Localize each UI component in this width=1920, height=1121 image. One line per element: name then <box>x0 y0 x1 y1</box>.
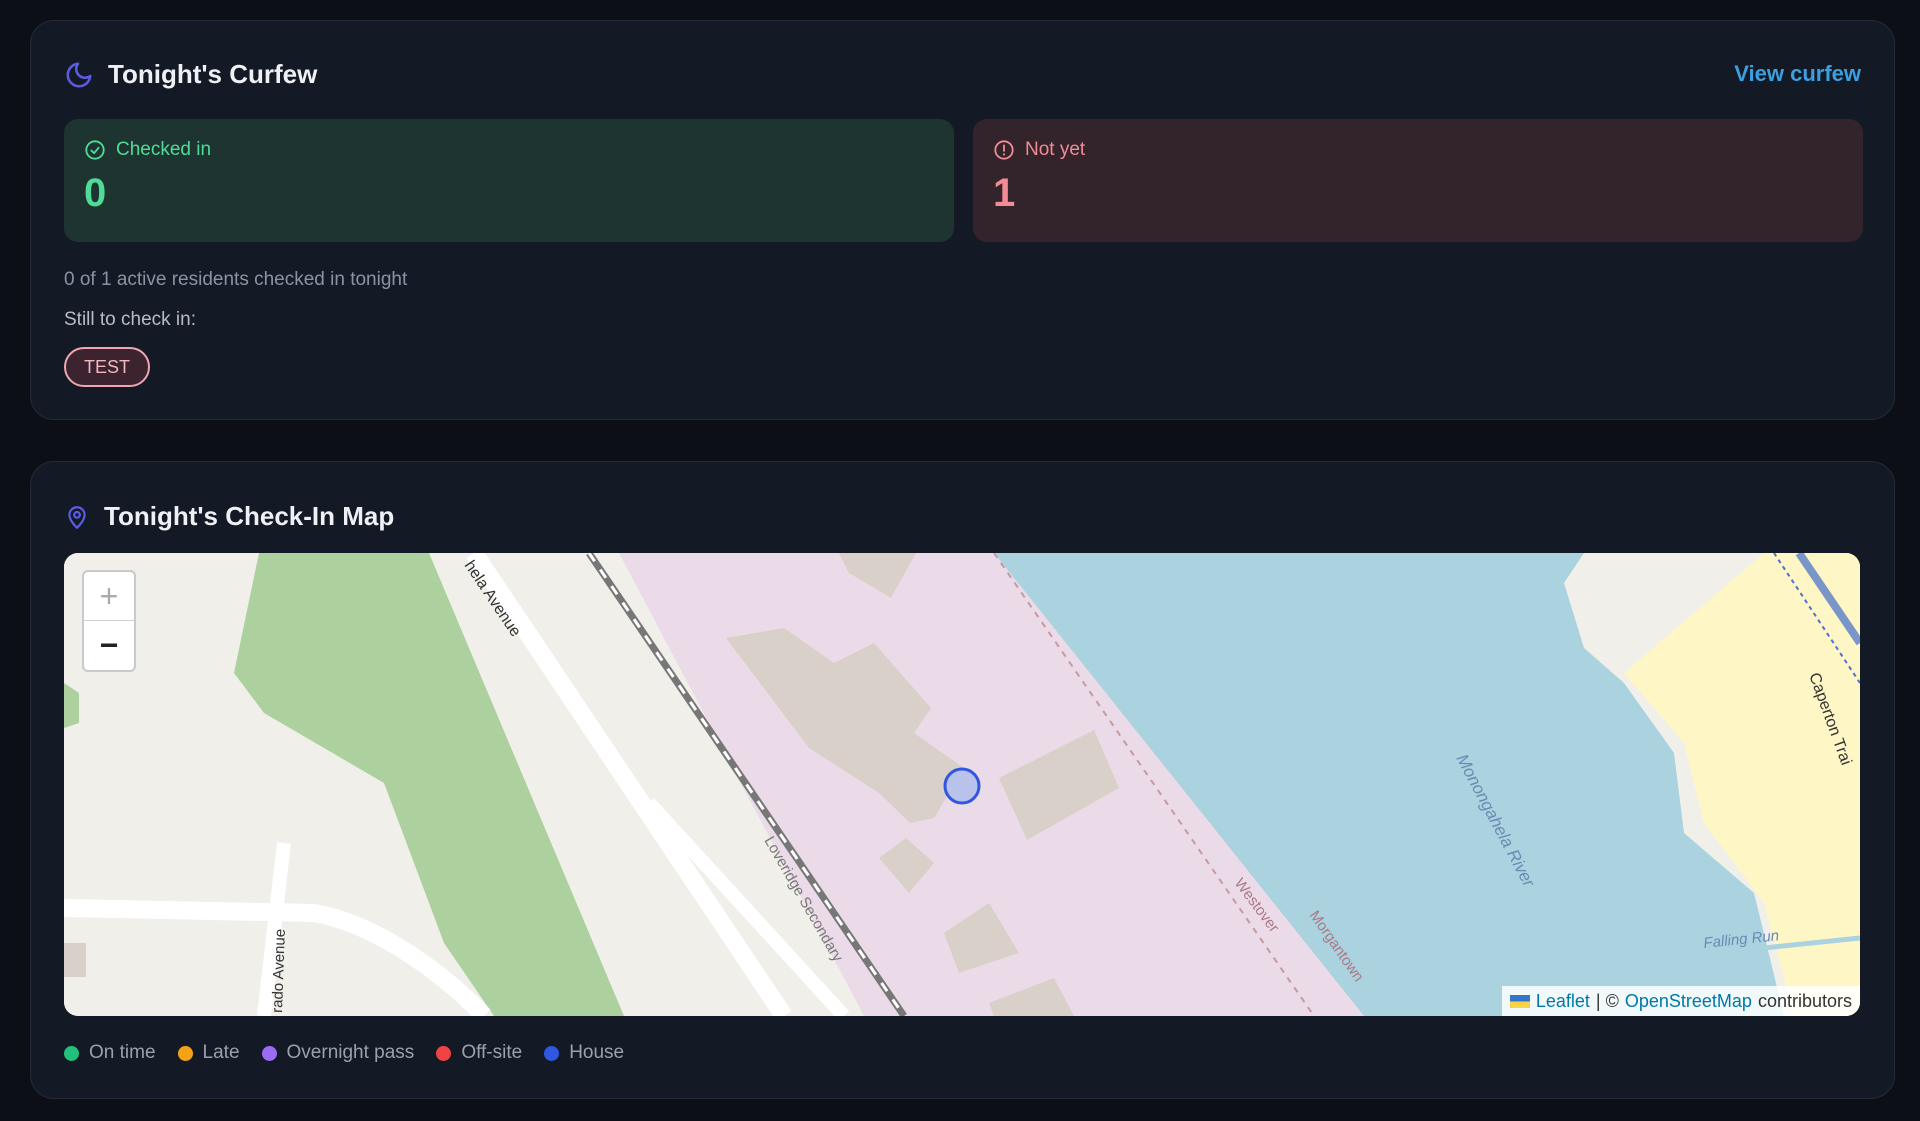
view-curfew-link[interactable]: View curfew <box>1734 61 1861 87</box>
checked-in-label: Checked in <box>116 139 212 160</box>
osm-link[interactable]: OpenStreetMap <box>1625 991 1752 1012</box>
resident-pill[interactable]: TEST <box>64 347 151 387</box>
ukraine-flag-icon <box>1509 994 1530 1008</box>
legend-label: Off-site <box>461 1042 523 1063</box>
alert-circle-icon <box>994 140 1014 160</box>
still-to-check-label: Still to check in: <box>64 309 196 330</box>
legend-label: Overnight pass <box>286 1042 415 1063</box>
map-tiles: hela Avenue Loveridge Secondary rado Ave… <box>64 553 1860 1016</box>
leaflet-link[interactable]: Leaflet <box>1536 991 1590 1012</box>
zoom-in-button[interactable]: + <box>84 572 134 621</box>
legend-late: Late <box>177 1042 240 1064</box>
legend-dot <box>436 1045 452 1061</box>
curfew-header: Tonight's Curfew <box>64 59 317 90</box>
checked-in-stat: Checked in 0 <box>64 119 954 242</box>
map-label-road3: rado Avenue <box>269 929 289 1014</box>
legend-label: Late <box>202 1042 240 1063</box>
check-circle-icon <box>85 140 105 160</box>
map-legend: On time Late Overnight pass Off-site Hou… <box>64 1042 624 1064</box>
house-marker[interactable] <box>943 767 981 805</box>
legend-dot <box>64 1045 79 1061</box>
not-yet-count: 1 <box>993 171 1016 215</box>
legend-dot <box>544 1045 560 1061</box>
curfew-card: Tonight's Curfew View curfew Checked in … <box>30 20 1895 420</box>
zoom-out-button[interactable]: − <box>84 621 134 670</box>
checkin-map[interactable]: hela Avenue Loveridge Secondary rado Ave… <box>64 553 1860 1016</box>
legend-off-site: Off-site <box>436 1042 522 1064</box>
attribution-tail: contributors <box>1757 990 1852 1011</box>
checkin-summary: 0 of 1 active residents checked in tonig… <box>64 269 408 290</box>
legend-overnight-pass: Overnight pass <box>261 1042 415 1064</box>
not-yet-label: Not yet <box>1025 139 1086 160</box>
attribution-sep: | © <box>1595 990 1619 1011</box>
checked-in-count: 0 <box>84 171 107 215</box>
legend-label: On time <box>89 1042 156 1063</box>
legend-on-time: On time <box>64 1042 156 1064</box>
not-yet-stat: Not yet 1 <box>973 119 1863 242</box>
moon-icon <box>66 62 92 87</box>
map-header: Tonight's Check-In Map <box>64 501 394 532</box>
legend-dot <box>261 1045 277 1061</box>
curfew-title: Tonight's Curfew <box>108 59 318 89</box>
legend-dot <box>177 1045 193 1061</box>
map-title: Tonight's Check-In Map <box>104 501 395 531</box>
checkin-map-card: Tonight's Check-In Map hela Avenue Lover… <box>30 461 1895 1099</box>
map-pin-icon <box>68 505 86 529</box>
map-attribution: Leaflet | © OpenStreetMap contributors <box>1501 986 1860 1016</box>
legend-label: House <box>569 1042 625 1063</box>
zoom-control: + − <box>82 570 136 672</box>
legend-house: House <box>544 1042 624 1064</box>
